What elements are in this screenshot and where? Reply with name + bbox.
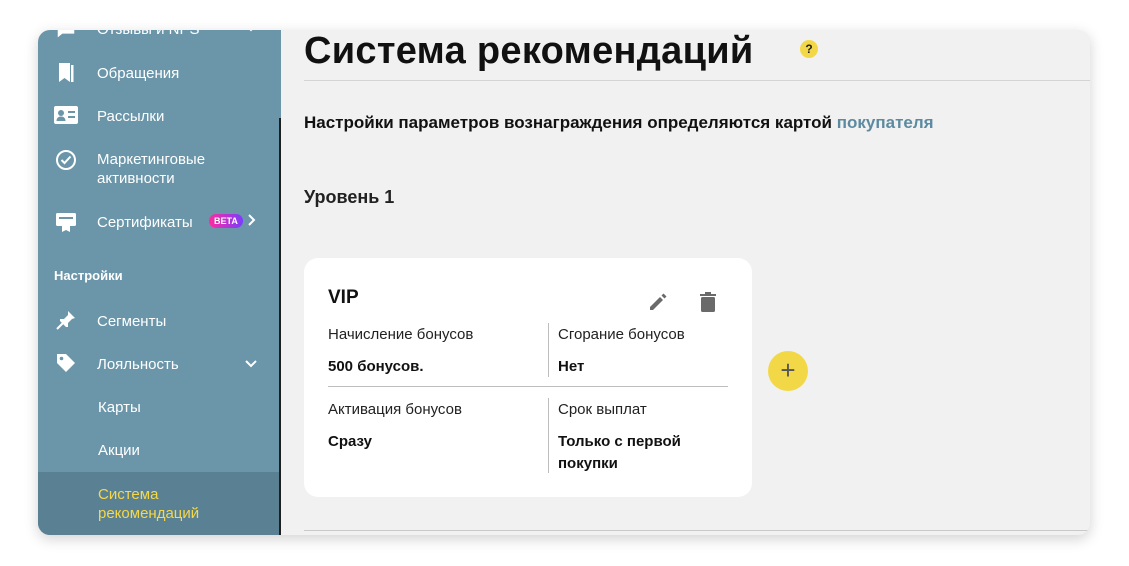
certificate-icon <box>54 210 78 234</box>
sidebar-item-marketing[interactable]: Маркетинговые активности <box>38 146 279 190</box>
help-icon[interactable]: ? <box>800 40 818 58</box>
sidebar: Отзывы и NPS Обращения Рассылки Маркетин… <box>38 30 281 535</box>
trash-icon[interactable] <box>698 291 720 313</box>
chevron-down-icon <box>244 30 258 36</box>
tag-icon <box>54 351 78 375</box>
divider <box>328 386 728 387</box>
cell-label-activation: Активация бонусов <box>328 401 462 418</box>
cell-label-accrual: Начисление бонусов <box>328 326 474 343</box>
sidebar-item-loyalty[interactable]: Лояльность <box>38 351 279 377</box>
tier-card: VIP Начисление бонусов 500 бонусов. Сгор… <box>304 258 752 497</box>
sidebar-item-label: Рассылки <box>97 108 165 125</box>
sidebar-scrollbar[interactable] <box>279 118 281 535</box>
divider <box>548 323 549 377</box>
chat-icon <box>54 30 78 42</box>
check-circle-icon <box>54 148 78 172</box>
divider <box>304 80 1090 81</box>
sidebar-item-label: Обращения <box>97 65 180 82</box>
divider <box>548 398 549 473</box>
sidebar-item-mailings[interactable]: Рассылки <box>38 103 279 129</box>
info-text-body: Настройки параметров вознаграждения опре… <box>304 113 832 132</box>
sidebar-item-label: Сегменты <box>97 313 167 330</box>
sidebar-subitem-cards[interactable]: Карты <box>98 399 141 416</box>
sidebar-item-requests[interactable]: Обращения <box>38 60 279 86</box>
cell-label-expiry: Сгорание бонусов <box>558 326 685 343</box>
level-title: Уровень 1 <box>304 187 395 207</box>
sidebar-subitem-recommendations[interactable]: Система рекомендаций <box>98 485 248 523</box>
cell-value-accrual: 500 бонусов. <box>328 358 424 375</box>
main-content: Система рекомендаций ? Настройки парамет… <box>282 30 1090 535</box>
beta-badge: BETA <box>209 214 243 228</box>
sidebar-item-segments[interactable]: Сегменты <box>38 308 279 334</box>
sidebar-item-label: Маркетинговые активности <box>97 151 206 187</box>
page-title: Система рекомендаций <box>304 30 754 72</box>
pin-icon <box>54 308 78 332</box>
chevron-down-icon <box>244 356 258 372</box>
cell-value-activation: Сразу <box>328 433 372 450</box>
sidebar-item-certificates[interactable]: Сертификаты <box>38 210 279 236</box>
chevron-right-icon <box>247 213 257 230</box>
app-window: Отзывы и NPS Обращения Рассылки Маркетин… <box>38 30 1090 535</box>
info-text: Настройки параметров вознаграждения опре… <box>304 113 934 133</box>
sidebar-item-label: Лояльность <box>97 356 179 373</box>
sidebar-item-label: Отзывы и NPS <box>97 30 200 39</box>
contact-card-icon <box>54 103 78 127</box>
divider <box>304 530 1090 531</box>
edit-icon[interactable] <box>647 291 669 313</box>
customer-link[interactable]: покупателя <box>837 113 934 132</box>
sidebar-item-label: Сертификаты <box>97 214 193 231</box>
add-tier-button[interactable]: + <box>768 351 808 391</box>
cell-value-payout-term: Только с первой покупки <box>558 433 681 472</box>
sidebar-subitem-promotions[interactable]: Акции <box>98 442 140 459</box>
sidebar-item-reviews[interactable]: Отзывы и NPS <box>38 30 279 42</box>
bookmark-icon <box>54 61 78 85</box>
card-title: VIP <box>328 287 359 308</box>
sidebar-section-title: Настройки <box>54 268 123 283</box>
cell-value-expiry: Нет <box>558 358 585 375</box>
cell-label-payout-term: Срок выплат <box>558 401 647 418</box>
